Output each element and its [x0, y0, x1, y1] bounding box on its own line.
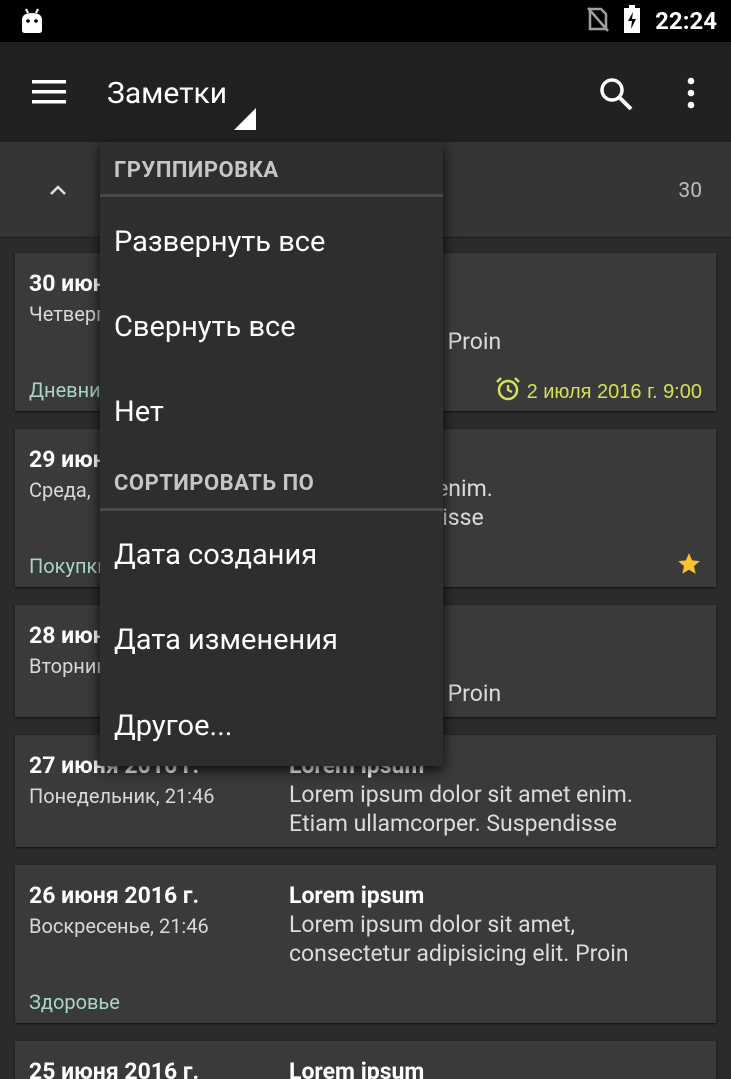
menu-item-date-modified[interactable]: Дата изменения — [114, 623, 434, 657]
status-time: 22:24 — [655, 7, 717, 35]
note-weekday: Среда, — [29, 478, 91, 502]
grouping-sort-dropdown: ГРУППИРОВКА Развернуть все Свернуть все … — [100, 142, 443, 766]
note-card[interactable]: 26 июня 2016 г. Воскресенье, 21:46 Lorem… — [15, 865, 716, 1023]
search-icon[interactable] — [598, 76, 634, 116]
menu-item-date-created[interactable]: Дата создания — [114, 538, 434, 572]
menu-item-collapse-all[interactable]: Свернуть все — [114, 310, 434, 344]
note-body: Lorem ipsum dolor sit amet, consectetur … — [289, 910, 709, 968]
section-divider — [100, 508, 443, 511]
note-reminder-text: 2 июля 2016 г. 9:00 — [526, 380, 702, 403]
menu-item-none[interactable]: Нет — [114, 395, 434, 429]
note-body: Lorem ipsum dolor sit amet enim. Etiam u… — [289, 780, 709, 838]
note-card[interactable]: 25 июня 2016 г. Lorem ipsum — [15, 1041, 716, 1079]
note-body-line: Lorem ipsum dolor sit amet enim. — [289, 781, 633, 808]
note-title: Lorem ipsum — [289, 1058, 425, 1079]
note-body-line: Lorem ipsum dolor sit amet, — [289, 911, 576, 938]
android-icon — [20, 8, 44, 38]
note-weekday: Вторник — [29, 654, 108, 678]
note-body-line: Etiam ullamcorper. Suspendisse — [289, 810, 617, 837]
group-count: 30 — [678, 179, 702, 203]
alarm-clock-icon — [495, 376, 521, 408]
menu-item-expand-all[interactable]: Развернуть все — [114, 225, 434, 259]
spinner-dropdown-icon[interactable] — [234, 108, 256, 134]
menu-icon[interactable] — [32, 79, 66, 109]
note-date: 26 июня 2016 г. — [29, 882, 200, 909]
app-toolbar: Заметки — [0, 42, 731, 142]
note-weekday: Воскресенье, 21:46 — [29, 914, 209, 938]
toolbar-title[interactable]: Заметки — [107, 76, 227, 111]
note-date: 25 июня 2016 г. — [29, 1058, 200, 1079]
battery-charging-icon — [623, 5, 641, 37]
grouping-section-header: ГРУППИРОВКА — [114, 158, 279, 183]
status-bar: 22:24 — [0, 0, 731, 42]
overflow-menu-icon[interactable] — [684, 76, 698, 114]
sort-section-header: СОРТИРОВАТЬ ПО — [114, 471, 315, 496]
menu-item-other[interactable]: Другое... — [114, 709, 434, 743]
star-icon[interactable] — [676, 551, 702, 581]
note-reminder: 2 июля 2016 г. 9:00 — [495, 376, 702, 408]
no-sim-icon — [587, 6, 610, 36]
note-category: Покупки — [29, 554, 109, 578]
note-title: Lorem ipsum — [289, 882, 425, 909]
note-body-line: consectetur adipisicing elit. Proin — [289, 940, 629, 967]
chevron-up-icon[interactable] — [48, 182, 68, 201]
note-category: Здоровье — [29, 990, 120, 1014]
note-weekday: Четверг — [29, 302, 105, 326]
note-weekday: Понедельник, 21:46 — [29, 784, 215, 808]
section-divider — [100, 194, 443, 197]
